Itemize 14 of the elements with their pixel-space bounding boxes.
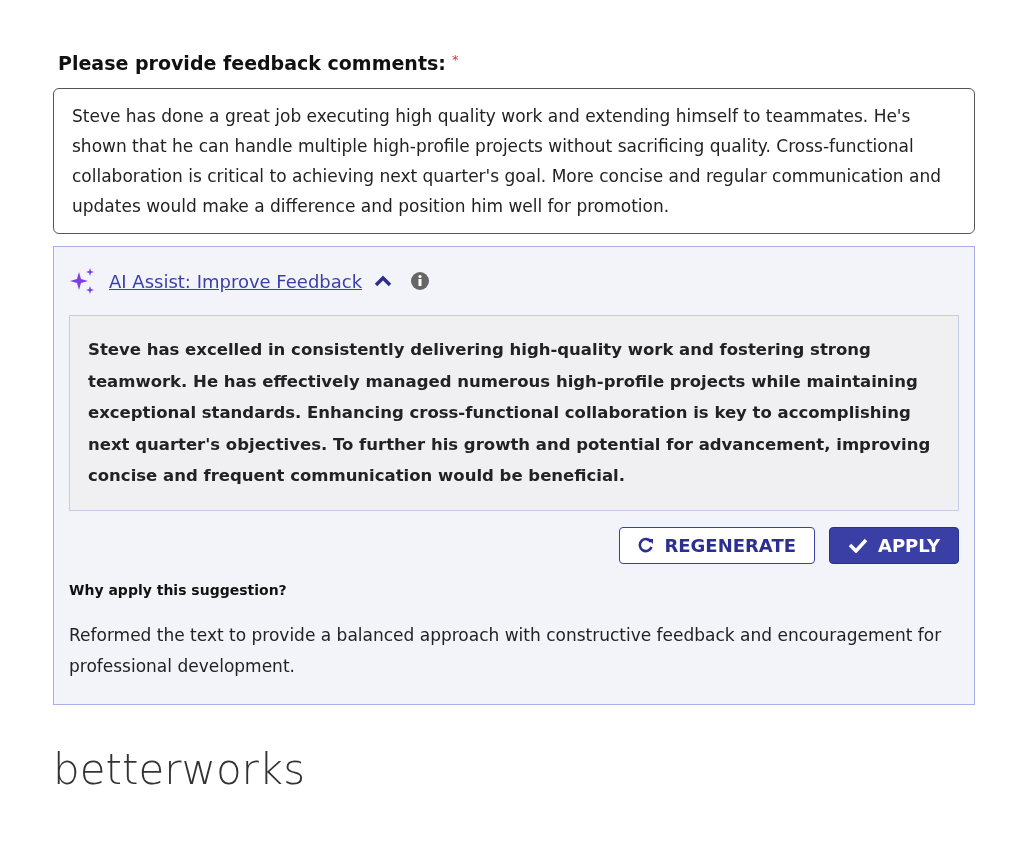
required-mark: * <box>451 52 459 67</box>
logo: betterworks <box>53 744 306 794</box>
chevron-icon[interactable] <box>374 275 393 287</box>
info-icon[interactable] <box>410 271 431 291</box>
why-heading: Why apply this suggestion? <box>69 581 288 598</box>
suggestion-text: Steve has excelled in consistently delivering high-quality work and fostering strong teamwork. He has effectively managed numerous high-profile projects while maintaining exceptional standards. Enhancing cross-functional collaboration is key to accomplishing next quarter's objectives. To further his growth and potential for advancement, improving concise and frequent communication would be beneficial. <box>69 315 959 511</box>
why-text: Reformed the text to provide a balanced approach with constructive feedback and encouragement for professional development. <box>69 623 943 678</box>
check-icon <box>848 537 868 553</box>
comment-field[interactable]: Steve has done a great job executing high quality work and extending himself to teammates. He's shown that he can handle multiple high-profile projects without sacrificing quality. Cross-functional collaboration is critical to achieving next quarter's goal. More concise and regular communication and updates would make a difference and position him well for promotion. <box>53 88 975 234</box>
apply-button[interactable]: APPLY <box>829 526 959 564</box>
refresh-icon <box>638 537 655 553</box>
regenerate-button[interactable]: REGENERATE <box>619 526 815 564</box>
question-label: Please provide feedback comments: <box>58 52 446 74</box>
ai-assist-link[interactable]: AI Assist: Improve Feedback <box>109 270 363 292</box>
